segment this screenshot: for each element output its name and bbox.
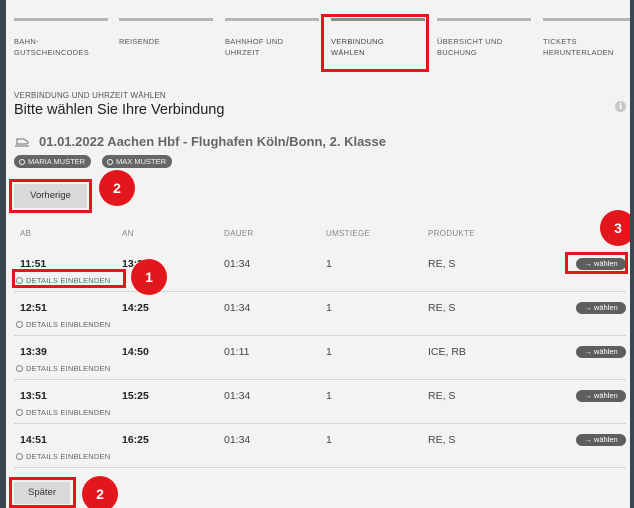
changes: 1 [326,434,332,446]
duration: 01:11 [224,346,250,358]
departure-time: 14:51 [20,434,47,446]
passenger-chip: MARIA MUSTER [14,155,92,168]
show-details-link[interactable]: DETAILS EINBLENDEN [16,452,110,461]
products: RE, S [428,302,456,314]
choose-connection-button[interactable]: → wählen [576,390,626,402]
products: RE, S [428,390,456,402]
column-header-changes: UMSTIEGE [326,229,371,238]
step-reisende[interactable]: REISENDE [119,18,213,48]
arrival-time: 16:25 [122,434,149,446]
choose-connection-button[interactable]: → wählen [576,434,626,446]
info-circle-icon [16,409,23,416]
products: ICE, RB [428,346,466,358]
step-tickets-herunterladen[interactable]: TICKETS HERUNTERLADEN [543,18,630,58]
section-subheading: VERBINDUNG UND UHRZEIT WÄHLEN [14,91,166,100]
departure-time: 13:39 [20,346,47,358]
departure-time: 13:51 [20,390,47,402]
annotation-badge-3: 3 [600,210,630,246]
step-bar [437,18,531,21]
step-bar [543,18,630,21]
highlight-frame-previous [9,179,92,213]
products: RE, S [428,434,456,446]
duration: 01:34 [224,390,251,402]
step-uebersicht-buchung[interactable]: ÜBERSICHT UND BUCHUNG [437,18,531,58]
step-bar [119,18,213,21]
booking-panel: BAHN- GUTSCHEINCODES REISENDE BAHNHOF UND… [6,0,630,508]
connection-row[interactable]: 14:51 16:25 01:34 1 RE, S DETAILS EINBLE… [14,425,626,468]
step-bar [225,18,319,21]
departure-time: 12:51 [20,302,47,314]
column-header-departure: AB [20,229,32,238]
step-bar [14,18,108,21]
annotation-badge-2: 2 [82,476,118,508]
connection-row[interactable]: 12:51 14:25 01:34 1 RE, S DETAILS EINBLE… [14,293,626,336]
page-title: Bitte wählen Sie Ihre Verbindung [14,102,225,118]
highlight-frame-choose [565,252,628,274]
choose-connection-button[interactable]: → wählen [576,346,626,358]
duration: 01:34 [224,258,251,270]
connection-row[interactable]: 13:51 15:25 01:34 1 RE, S DETAILS EINBLE… [14,381,626,424]
changes: 1 [326,302,332,314]
connection-row[interactable]: 13:39 14:50 01:11 1 ICE, RB DETAILS EINB… [14,337,626,380]
person-icon [19,159,25,165]
column-header-arrival: AN [122,229,134,238]
highlight-frame-active-step [321,14,429,72]
products: RE, S [428,258,456,270]
show-details-link[interactable]: DETAILS EINBLENDEN [16,364,110,373]
column-header-products: PRODUKTE [428,229,475,238]
highlight-frame-next [9,477,76,508]
info-circle-icon [16,453,23,460]
changes: 1 [326,346,332,358]
show-details-link[interactable]: DETAILS EINBLENDEN [16,320,110,329]
arrival-time: 14:50 [122,346,149,358]
show-details-link[interactable]: DETAILS EINBLENDEN [16,408,110,417]
passenger-chip: MAX MUSTER [102,155,173,168]
step-label: REISENDE [119,37,160,46]
step-bahnhof-uhrzeit[interactable]: BAHNHOF UND UHRZEIT [225,18,319,58]
column-header-duration: DAUER [224,229,254,238]
step-bahn-gutscheincodes[interactable]: BAHN- GUTSCHEINCODES [14,18,108,58]
annotation-badge-2: 2 [99,170,135,206]
route-title: 01.01.2022 Aachen Hbf - Flughafen Köln/B… [39,134,386,149]
step-label: ÜBERSICHT UND BUCHUNG [437,37,503,57]
person-icon [107,159,113,165]
changes: 1 [326,258,332,270]
highlight-frame-details [12,269,126,288]
info-circle-icon [16,365,23,372]
train-icon [15,138,29,147]
choose-connection-button[interactable]: → wählen [576,302,626,314]
step-label: BAHN- GUTSCHEINCODES [14,37,90,57]
step-label: BAHNHOF UND UHRZEIT [225,37,284,57]
info-icon[interactable]: i [615,101,626,112]
changes: 1 [326,390,332,402]
duration: 01:34 [224,302,251,314]
info-circle-icon [16,321,23,328]
annotation-badge-1: 1 [131,259,167,295]
arrival-time: 14:25 [122,302,149,314]
arrival-time: 15:25 [122,390,149,402]
duration: 01:34 [224,434,251,446]
step-label: TICKETS HERUNTERLADEN [543,37,614,57]
